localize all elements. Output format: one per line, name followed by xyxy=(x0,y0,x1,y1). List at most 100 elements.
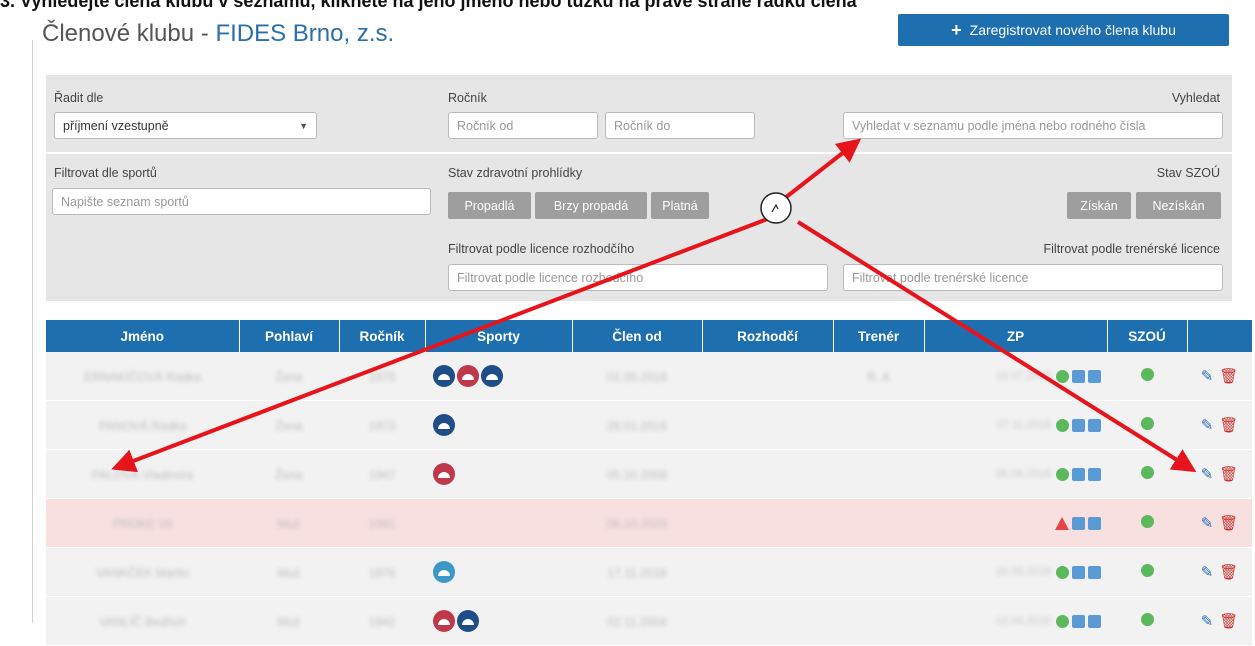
sports-input[interactable]: Napište seznam sportů xyxy=(52,188,431,215)
member-year: 1942 xyxy=(368,614,396,629)
col-name[interactable]: Jméno xyxy=(46,320,240,352)
zp-upload-icon[interactable] xyxy=(1088,565,1101,579)
member-name-cell[interactable]: PROKE Vit xyxy=(46,498,239,548)
member-gender-cell: Žena xyxy=(239,449,339,499)
member-name-cell[interactable]: ERNAKÍČOVÁ Radka xyxy=(46,352,239,401)
trash-icon[interactable]: 🗑 xyxy=(1219,416,1238,434)
table-row[interactable]: VANLÍČ Bedřich Muž 1942 02.11.2004 12.06.201… xyxy=(46,596,1252,646)
member-referee-cell xyxy=(702,547,833,597)
year-to-input[interactable]: Ročník do xyxy=(605,112,755,139)
sort-select[interactable]: příjmení vzestupně ▼ xyxy=(54,112,317,139)
szou-status-icon xyxy=(1140,417,1154,430)
member-name-cell[interactable]: VANKČEK Martin xyxy=(46,547,239,597)
table-row[interactable]: PROKE Vit Muž 1991 06.10.2020 ✎ 🗑 xyxy=(46,498,1252,548)
szou-label: Stav SZOÚ xyxy=(1156,166,1220,180)
zp-document-icon[interactable] xyxy=(1072,369,1085,383)
health-valid-button[interactable]: Platná xyxy=(651,192,709,219)
member-name[interactable]: PALOVÁ Vladimíra xyxy=(92,468,193,482)
member-actions: ✎ 🗑 xyxy=(1187,465,1252,483)
col-szou[interactable]: SZOÚ xyxy=(1107,320,1188,352)
member-gender-cell: Muž xyxy=(239,547,339,597)
health-expired-button[interactable]: Propadlá xyxy=(448,192,531,219)
trash-icon[interactable]: 🗑 xyxy=(1219,367,1238,385)
table-row[interactable]: VANKČEK Martin Muž 1976 17.11.2018 26.06.201… xyxy=(46,547,1252,597)
register-member-button[interactable]: + Zaregistrovat nového člena klubu xyxy=(898,14,1229,46)
zp-date: 16.07.2018 xyxy=(995,370,1051,382)
year-from-input[interactable]: Ročník od xyxy=(448,112,598,139)
warning-icon xyxy=(1055,516,1069,530)
member-szou-cell xyxy=(1107,400,1187,450)
pencil-icon[interactable]: ✎ xyxy=(1201,416,1214,434)
health-soon-button[interactable]: Brzy propadá xyxy=(535,192,647,219)
member-name[interactable]: VANKČEK Martin xyxy=(96,566,189,580)
coach-input[interactable]: Filtrovat podle trenérské licence xyxy=(843,264,1223,291)
zp-document-icon[interactable] xyxy=(1072,467,1085,481)
member-since-cell: 05.10.2008 xyxy=(572,449,702,499)
member-name[interactable]: PROKE Vit xyxy=(113,517,172,531)
pencil-icon[interactable]: ✎ xyxy=(1201,465,1214,483)
zp-document-icon[interactable] xyxy=(1072,614,1085,628)
szou-status-icon xyxy=(1140,466,1154,479)
zp-upload-icon[interactable] xyxy=(1088,418,1101,432)
member-szou-cell xyxy=(1107,449,1187,499)
zp-upload-icon[interactable] xyxy=(1088,516,1101,530)
status-ok-icon xyxy=(1056,418,1069,432)
zp-upload-icon[interactable] xyxy=(1088,369,1101,383)
zp-date: 07.11.2018 xyxy=(996,419,1051,431)
member-actions-cell: ✎ 🗑 xyxy=(1187,498,1252,548)
col-sports[interactable]: Sporty xyxy=(425,320,573,352)
search-input[interactable]: Vyhledat v seznamu podle jména nebo rodn… xyxy=(843,112,1223,139)
member-zp: 26.06.2018 xyxy=(924,565,1107,579)
trash-icon[interactable]: 🗑 xyxy=(1219,465,1238,483)
table-row[interactable]: ERNAKÍČOVÁ Radka Žena 1970 01.05.2016 R. A 16… xyxy=(46,352,1252,401)
table-row[interactable]: PANOVÁ Radka Žena 1973 28.01.2016 07.11.2018… xyxy=(46,400,1252,450)
member-name[interactable]: ERNAKÍČOVÁ Radka xyxy=(84,370,201,384)
zp-upload-icon[interactable] xyxy=(1088,467,1101,481)
zp-upload-icon[interactable] xyxy=(1088,614,1101,628)
member-name[interactable]: VANLÍČ Bedřich xyxy=(99,615,185,629)
member-actions-cell: ✎ 🗑 xyxy=(1187,352,1252,401)
zp-document-icon[interactable] xyxy=(1072,516,1085,530)
member-zp-cell: 06.06.2018 xyxy=(924,449,1107,499)
member-zp-cell: 12.06.2018 xyxy=(924,596,1107,646)
pencil-icon[interactable]: ✎ xyxy=(1201,367,1214,385)
sport-badge-icon xyxy=(457,610,479,632)
member-gender-cell: Žena xyxy=(239,352,339,401)
trash-icon[interactable]: 🗑 xyxy=(1219,514,1238,532)
table-row[interactable]: PALOVÁ Vladimíra Žena 1947 05.10.2008 06.06.… xyxy=(46,449,1252,499)
member-name-cell[interactable]: PANOVÁ Radka xyxy=(46,400,239,450)
referee-input[interactable]: Filtrovat podle licence rozhodčího xyxy=(448,264,828,291)
pencil-icon[interactable]: ✎ xyxy=(1201,563,1214,581)
member-zp: 12.06.2018 xyxy=(924,614,1107,628)
member-since: 01.05.2016 xyxy=(606,369,668,384)
member-since: 28.01.2016 xyxy=(606,418,668,433)
col-zp[interactable]: ZP xyxy=(924,320,1108,352)
title-prefix: Členové klubu - xyxy=(42,20,216,47)
status-ok-icon xyxy=(1056,467,1069,481)
member-actions-cell: ✎ 🗑 xyxy=(1187,400,1252,450)
trash-icon[interactable]: 🗑 xyxy=(1219,612,1238,630)
member-szou-cell xyxy=(1107,352,1187,401)
members-table-body: ERNAKÍČOVÁ Radka Žena 1970 01.05.2016 R. A 16… xyxy=(46,352,1252,646)
member-name-cell[interactable]: PALOVÁ Vladimíra xyxy=(46,449,239,499)
sports-label: Filtrovat dle sportů xyxy=(54,166,157,180)
member-since: 06.10.2020 xyxy=(606,516,668,531)
pencil-icon[interactable]: ✎ xyxy=(1201,612,1214,630)
health-label: Stav zdravotní prohlídky xyxy=(448,166,583,180)
trash-icon[interactable]: 🗑 xyxy=(1219,563,1238,581)
col-year[interactable]: Ročník xyxy=(339,320,426,352)
col-referee[interactable]: Rozhodčí xyxy=(702,320,834,352)
pencil-icon[interactable]: ✎ xyxy=(1201,514,1214,532)
zp-document-icon[interactable] xyxy=(1072,418,1085,432)
col-gender[interactable]: Pohlaví xyxy=(239,320,340,352)
szou-not-obtained-button[interactable]: Nezískán xyxy=(1136,192,1221,219)
coach-label: Filtrovat podle trenérské licence xyxy=(1043,242,1220,256)
zp-document-icon[interactable] xyxy=(1072,565,1085,579)
col-coach[interactable]: Trenér xyxy=(833,320,925,352)
page-title: Členové klubu - FIDES Brno, z.s. xyxy=(42,20,394,48)
szou-obtained-button[interactable]: Získán xyxy=(1067,192,1131,219)
member-name[interactable]: PANOVÁ Radka xyxy=(99,419,186,433)
col-member-since[interactable]: Člen od xyxy=(572,320,703,352)
member-actions-cell: ✎ 🗑 xyxy=(1187,449,1252,499)
member-name-cell[interactable]: VANLÍČ Bedřich xyxy=(46,596,239,646)
